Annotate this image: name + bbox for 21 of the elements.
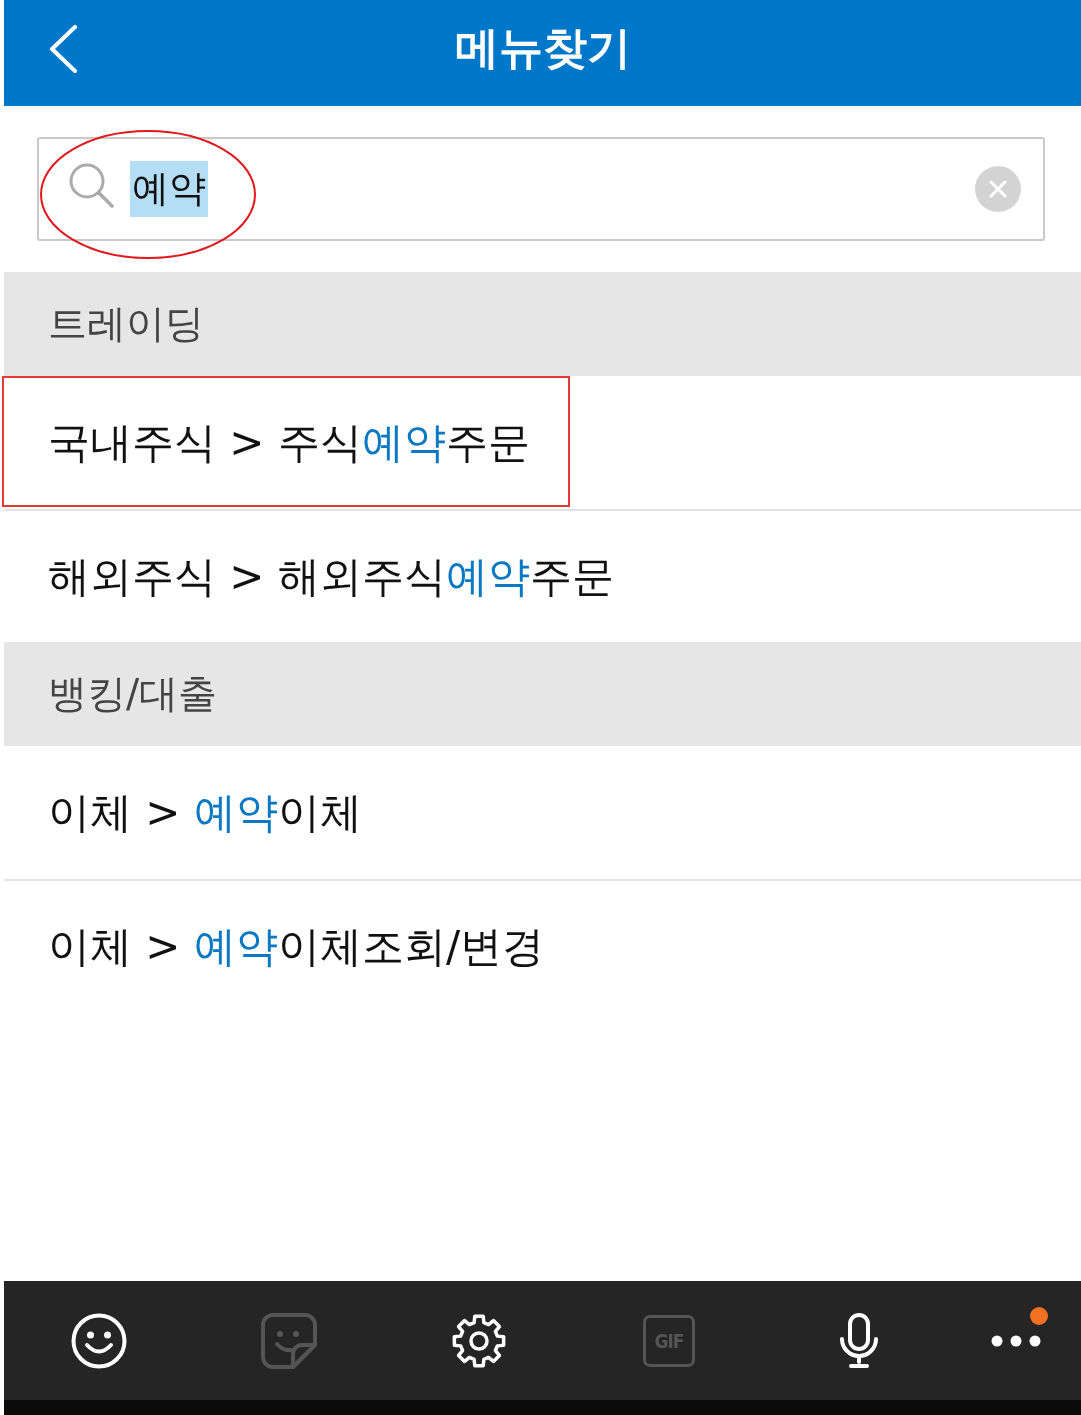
clear-icon	[989, 180, 1007, 198]
back-button[interactable]	[48, 25, 78, 73]
smiley-icon	[71, 1312, 127, 1369]
settings-button[interactable]	[451, 1312, 507, 1369]
search-result[interactable]: 이체 > 예약이체	[4, 746, 1081, 879]
more-dots-icon	[990, 1334, 1041, 1347]
page-title: 메뉴찾기	[454, 20, 631, 75]
gear-icon	[451, 1312, 507, 1369]
microphone-icon	[839, 1312, 879, 1369]
section-header: 뱅킹/대출	[4, 642, 1081, 746]
search-result[interactable]: 이체 > 예약이체조회/변경	[4, 879, 1081, 1012]
search-icon	[68, 162, 114, 208]
sticker-icon	[261, 1312, 317, 1369]
section-header: 트레이딩	[4, 272, 1081, 376]
voice-input-button[interactable]	[839, 1312, 879, 1369]
emoji-button[interactable]	[71, 1312, 127, 1369]
search-field[interactable]: 예약	[37, 137, 1045, 241]
search-query: 예약	[130, 161, 208, 217]
search-result[interactable]: 국내주식 > 주식예약주문	[4, 376, 1081, 509]
chevron-left-icon	[48, 25, 78, 73]
more-button[interactable]	[990, 1334, 1041, 1347]
